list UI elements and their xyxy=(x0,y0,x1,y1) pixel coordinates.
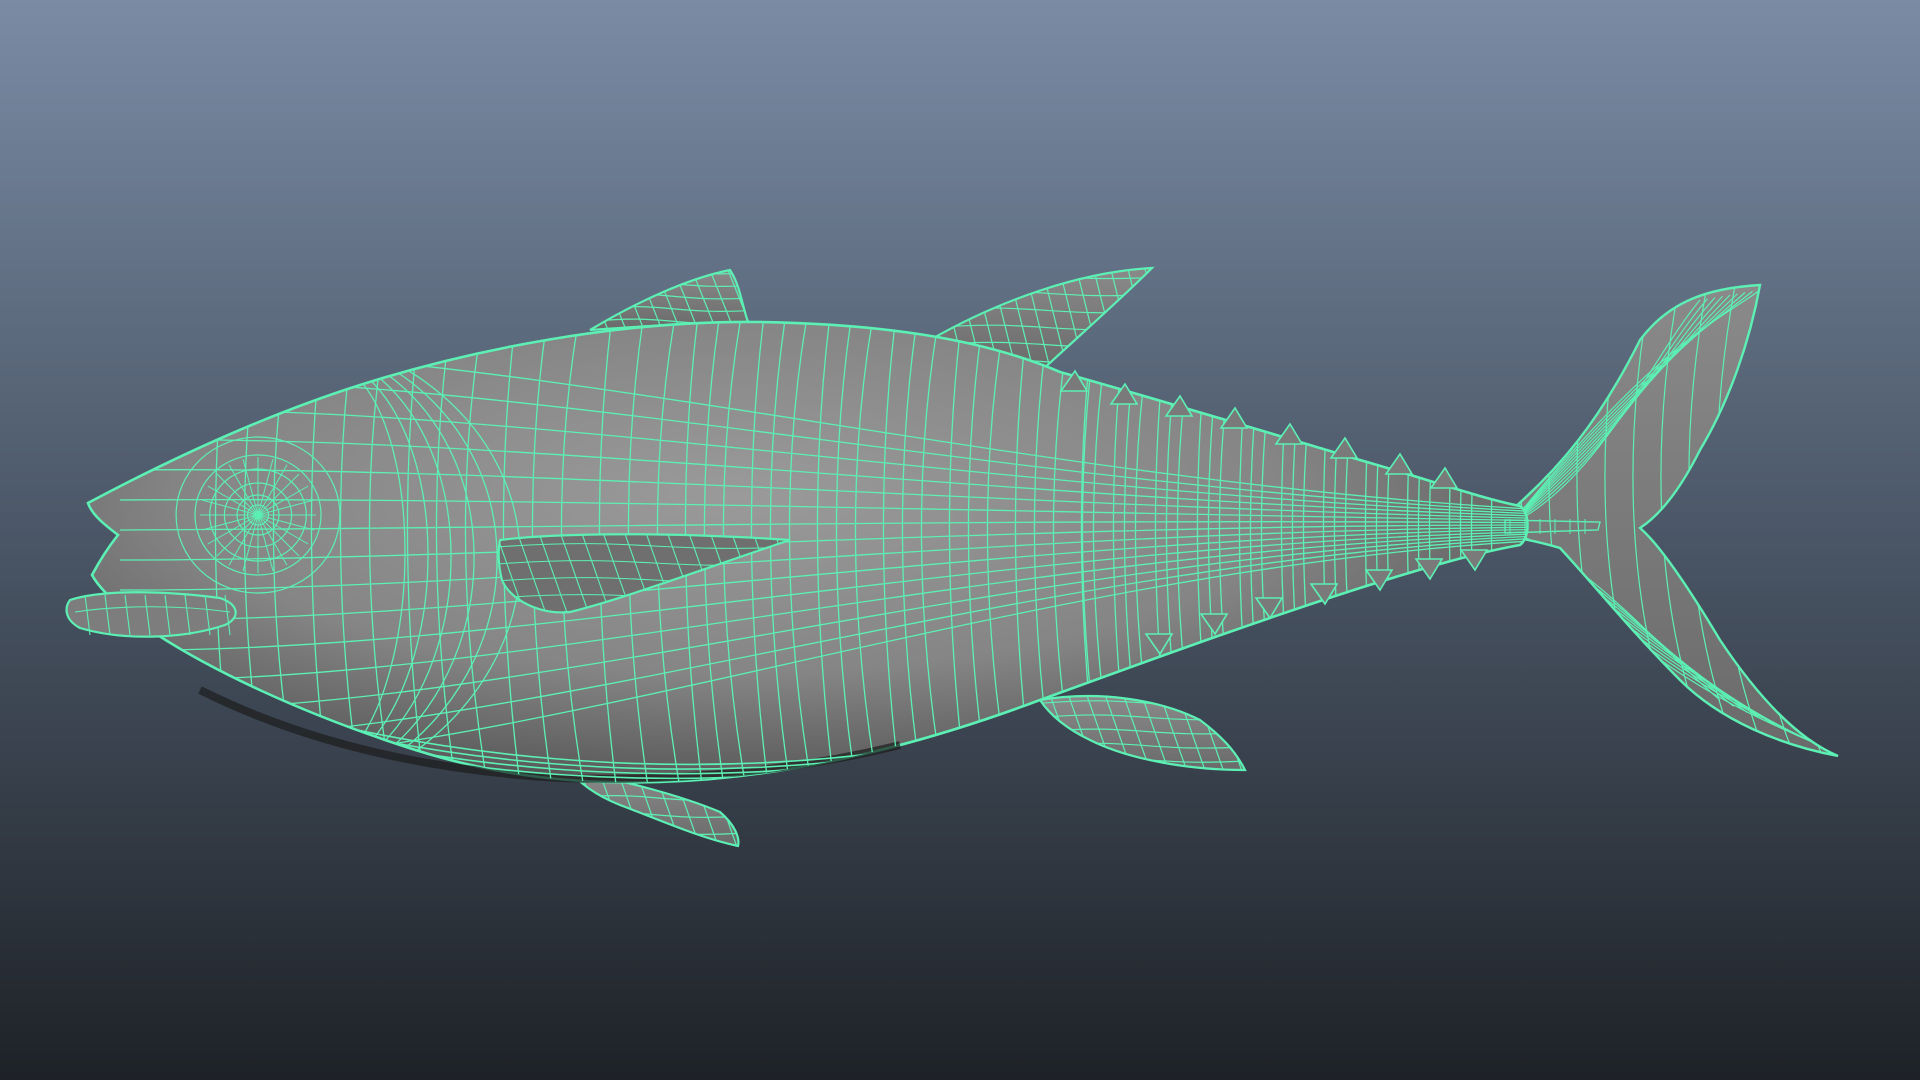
3d-viewport[interactable] xyxy=(0,0,1920,1080)
lower-jaw[interactable] xyxy=(65,591,237,638)
viewport-canvas[interactable] xyxy=(0,0,1920,1080)
